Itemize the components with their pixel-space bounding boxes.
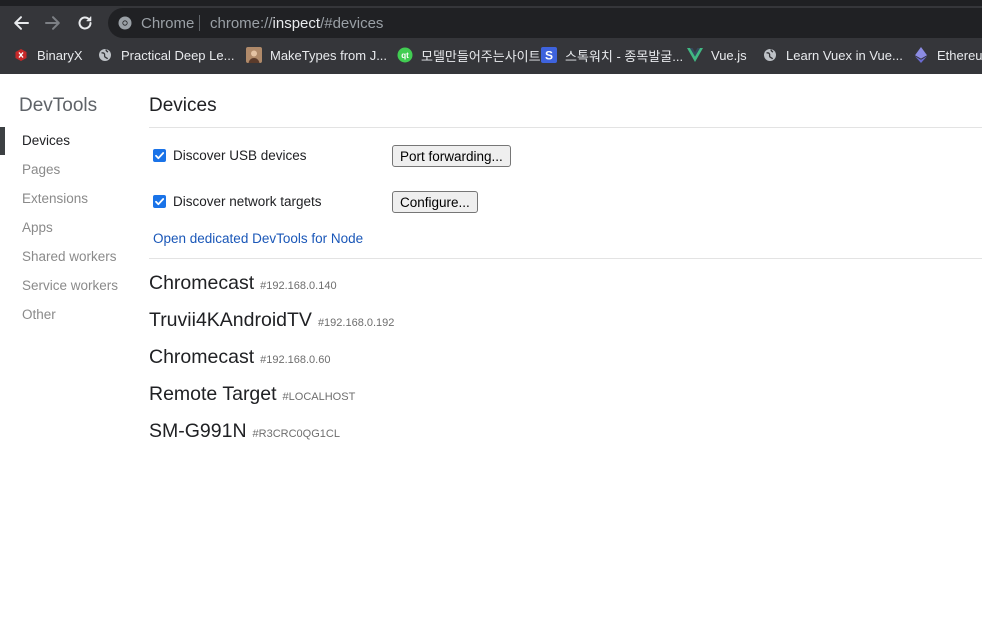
device-name: Chromecast [149,346,255,368]
device-name: Truvii4KAndroidTV [149,309,312,331]
globe-icon [97,47,113,63]
bookmark-vuejs[interactable]: Vue.js [687,46,747,64]
device-name: SM-G991N [149,420,247,442]
discover-usb-row: Discover USB devices [153,148,307,163]
title-divider [149,127,982,128]
device-item: SM-G991N #R3CRC0QG1CL [149,420,340,443]
bookmarks-bar: BinaryX Practical Deep Le... MakeTypes f… [0,42,982,68]
discover-network-label: Discover network targets [173,194,322,209]
arrow-left-icon [14,16,29,30]
bookmark-practical-deep-learning[interactable]: Practical Deep Le... [97,46,234,64]
bookmark-label: BinaryX [37,47,83,63]
avatar-icon [246,47,262,63]
omnibox-separator [199,15,200,31]
tab-strip [0,0,982,6]
configure-button[interactable]: Configure... [392,191,478,213]
device-item: Truvii4KAndroidTV #192.168.0.192 [149,309,394,332]
sidebar-item-devices[interactable]: Devices [22,133,70,148]
sidebar-item-other[interactable]: Other [22,307,56,322]
qt-icon: qt [397,47,413,63]
device-id: #192.168.0.140 [260,280,337,292]
reload-button[interactable] [74,12,96,34]
url-text: chrome://inspect/#devices [210,15,383,32]
bookmark-label: Learn Vuex in Vue... [786,47,903,63]
address-bar[interactable]: Chrome chrome://inspect/#devices [108,8,982,38]
open-node-devtools-link[interactable]: Open dedicated DevTools for Node [153,231,363,246]
browser-toolbar: Chrome chrome://inspect/#devices BinaryX… [0,0,982,74]
bookmark-model-site[interactable]: qt 모델만들어주는사이트 [397,46,541,64]
sidebar-item-service-workers[interactable]: Service workers [22,278,118,293]
page-title: Devices [149,95,217,116]
checkmark-icon [155,198,165,206]
device-item: Remote Target #LOCALHOST [149,383,355,406]
omnibox-chip-label: Chrome [141,15,195,32]
url-scheme: chrome:// [210,15,273,32]
bookmark-label: Practical Deep Le... [121,47,235,63]
device-name: Chromecast [149,272,255,294]
device-id: #192.168.0.60 [260,354,331,366]
sidebar-item-shared-workers[interactable]: Shared workers [22,249,117,264]
device-id: #R3CRC0QG1CL [252,428,340,440]
binaryx-icon [13,47,29,63]
arrow-right-icon [45,16,60,30]
svg-text:S: S [545,49,553,63]
bookmark-learn-vuex[interactable]: Learn Vuex in Vue... [762,46,903,64]
bookmark-stockwatch[interactable]: S 스톡워치 - 종목발굴... [541,46,683,64]
sidebar-item-pages[interactable]: Pages [22,162,60,177]
url-host: inspect [272,15,321,32]
sidebar-item-extensions[interactable]: Extensions [22,191,88,206]
discover-usb-checkbox[interactable] [153,149,166,162]
device-id: #LOCALHOST [282,391,356,403]
bookmark-label: 모델만들어주는사이트 [421,48,541,64]
bookmark-label: Vue.js [711,47,747,63]
checkmark-icon [155,152,165,160]
bookmark-label: 스톡워치 - 종목발굴... [565,48,684,64]
bookmark-label: MakeTypes from J... [270,47,388,63]
ethereum-icon [913,47,929,63]
chrome-logo-icon [118,16,132,30]
sidebar-item-apps[interactable]: Apps [22,220,53,235]
s-icon: S [541,47,557,63]
back-button[interactable] [10,12,32,34]
discover-usb-label: Discover USB devices [173,148,307,163]
bookmark-maketypes[interactable]: MakeTypes from J... [246,46,387,64]
discover-network-checkbox[interactable] [153,195,166,208]
device-item: Chromecast #192.168.0.60 [149,346,330,369]
bookmark-label: Ethereum [937,47,982,63]
globe-icon [762,47,778,63]
device-id: #192.168.0.192 [317,317,395,329]
bookmark-ethereum[interactable]: Ethereum [913,46,982,64]
sidebar-active-indicator [0,127,5,155]
device-item: Chromecast #192.168.0.140 [149,272,337,295]
bookmark-binaryx[interactable]: BinaryX [13,46,83,64]
vue-icon [687,47,703,63]
reload-icon [78,16,92,30]
forward-button[interactable] [42,12,64,34]
url-path: /#devices [320,15,384,32]
device-name: Remote Target [149,383,277,405]
section-divider [149,258,982,259]
port-forwarding-button[interactable]: Port forwarding... [392,145,511,167]
discover-network-row: Discover network targets [153,194,322,209]
sidebar-title: DevTools [19,95,98,116]
svg-text:qt: qt [401,51,409,60]
